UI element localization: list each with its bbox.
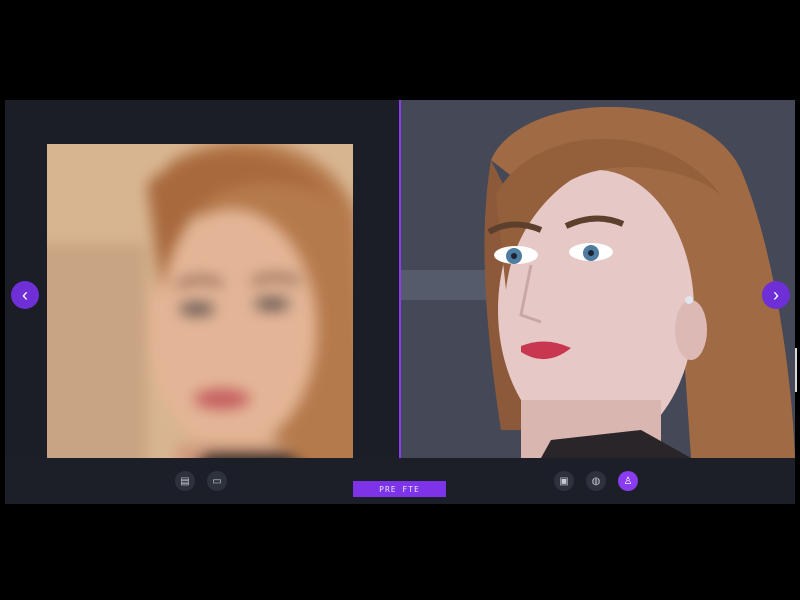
after-pane — [401, 100, 795, 504]
filter-icon-glyph: ◍ — [591, 475, 601, 487]
chevron-left-icon: ‹ — [22, 285, 28, 305]
comparison-viewer — [5, 100, 795, 504]
magic-icon-glyph: ♙ — [623, 475, 633, 487]
scrollbar-thumb[interactable] — [795, 348, 797, 392]
after-portrait-image — [401, 100, 795, 458]
magic-icon[interactable]: ♙ — [618, 471, 638, 491]
before-portrait-image — [47, 144, 353, 458]
previous-button[interactable]: ‹ — [11, 281, 39, 309]
filter-icon[interactable]: ◍ — [586, 471, 606, 491]
compare-label-button[interactable]: PRE FTE — [353, 481, 446, 497]
frame-icon-glyph: ▣ — [559, 475, 569, 487]
adjust-icon[interactable]: ▭ — [207, 471, 227, 491]
next-button[interactable]: › — [762, 281, 790, 309]
before-pane — [5, 100, 399, 504]
adjust-icon-glyph: ▭ — [212, 475, 222, 487]
crop-icon-glyph: ▤ — [180, 475, 190, 487]
frame-icon[interactable]: ▣ — [554, 471, 574, 491]
before-photo — [47, 144, 353, 458]
compare-label-text: PRE FTE — [379, 484, 420, 494]
chevron-right-icon: › — [773, 285, 779, 305]
after-photo — [401, 100, 795, 458]
crop-icon[interactable]: ▤ — [175, 471, 195, 491]
comparison-divider[interactable] — [399, 100, 401, 504]
